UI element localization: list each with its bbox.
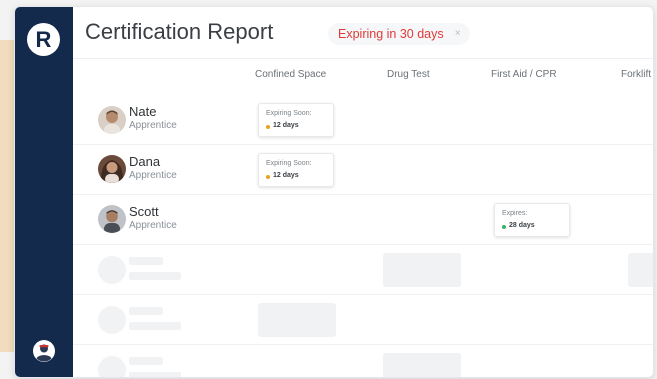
placeholder-cell [258, 303, 336, 337]
user-avatar-icon[interactable] [32, 339, 56, 363]
person-role: Apprentice [129, 120, 177, 131]
column-header[interactable]: First Aid / CPR [491, 69, 557, 80]
placeholder-text [129, 357, 163, 365]
cert-days: 12 days [273, 172, 299, 179]
avatar [98, 205, 126, 233]
placeholder-text [129, 322, 181, 330]
placeholder-row [73, 345, 653, 377]
placeholder-avatar [98, 356, 126, 377]
table-row[interactable]: Nate Apprentice Expiring Soon: 12 days [73, 95, 653, 145]
status-dot-icon [266, 175, 270, 179]
close-icon[interactable]: × [455, 23, 461, 45]
table-row[interactable]: Scott Apprentice Expires: 28 days [73, 195, 653, 245]
placeholder-text [129, 307, 163, 315]
avatar [98, 155, 126, 183]
placeholder-text [129, 272, 181, 280]
cert-days: 12 days [273, 122, 299, 129]
placeholder-row [73, 245, 653, 295]
person-name: Scott [129, 204, 159, 219]
page-title: Certification Report [85, 19, 274, 44]
placeholder-cell [383, 253, 461, 287]
placeholder-avatar [98, 306, 126, 334]
cert-status: Expiring Soon: [266, 160, 312, 167]
placeholder-text [129, 257, 163, 265]
status-dot-icon [266, 125, 270, 129]
placeholder-text [129, 372, 181, 377]
cert-badge[interactable]: Expiring Soon: 12 days [258, 103, 334, 137]
placeholder-cell [383, 353, 461, 377]
cert-days: 28 days [509, 222, 535, 229]
person-role: Apprentice [129, 170, 177, 181]
column-header[interactable]: Forklift [621, 69, 651, 80]
person-role: Apprentice [129, 220, 177, 231]
background-strip [0, 40, 14, 352]
person-name: Nate [129, 104, 157, 119]
person-name: Dana [129, 154, 161, 169]
cert-status: Expiring Soon: [266, 110, 312, 117]
cert-badge[interactable]: Expiring Soon: 12 days [258, 153, 334, 187]
cert-badge[interactable]: Expires: 28 days [494, 203, 570, 237]
table-row[interactable]: Dana Apprentice Expiring Soon: 12 days [73, 145, 653, 195]
placeholder-row [73, 295, 653, 345]
app-window: R Certification Report Expiring in 30 da… [14, 6, 654, 378]
status-dot-icon [502, 225, 506, 229]
main-content: Certification Report Expiring in 30 days… [73, 7, 653, 377]
column-header[interactable]: Drug Test [387, 69, 430, 80]
avatar [98, 106, 126, 134]
page-header: Certification Report Expiring in 30 days… [73, 7, 653, 59]
cert-status: Expires: [502, 210, 528, 217]
filter-chip[interactable]: Expiring in 30 days × [328, 23, 470, 45]
placeholder-avatar [98, 256, 126, 284]
r-logo-icon[interactable]: R [27, 23, 60, 56]
sidebar: R [15, 7, 73, 377]
column-header[interactable]: Confined Space [255, 69, 326, 80]
placeholder-cell [628, 253, 653, 287]
filter-chip-label: Expiring in 30 days [338, 27, 444, 41]
